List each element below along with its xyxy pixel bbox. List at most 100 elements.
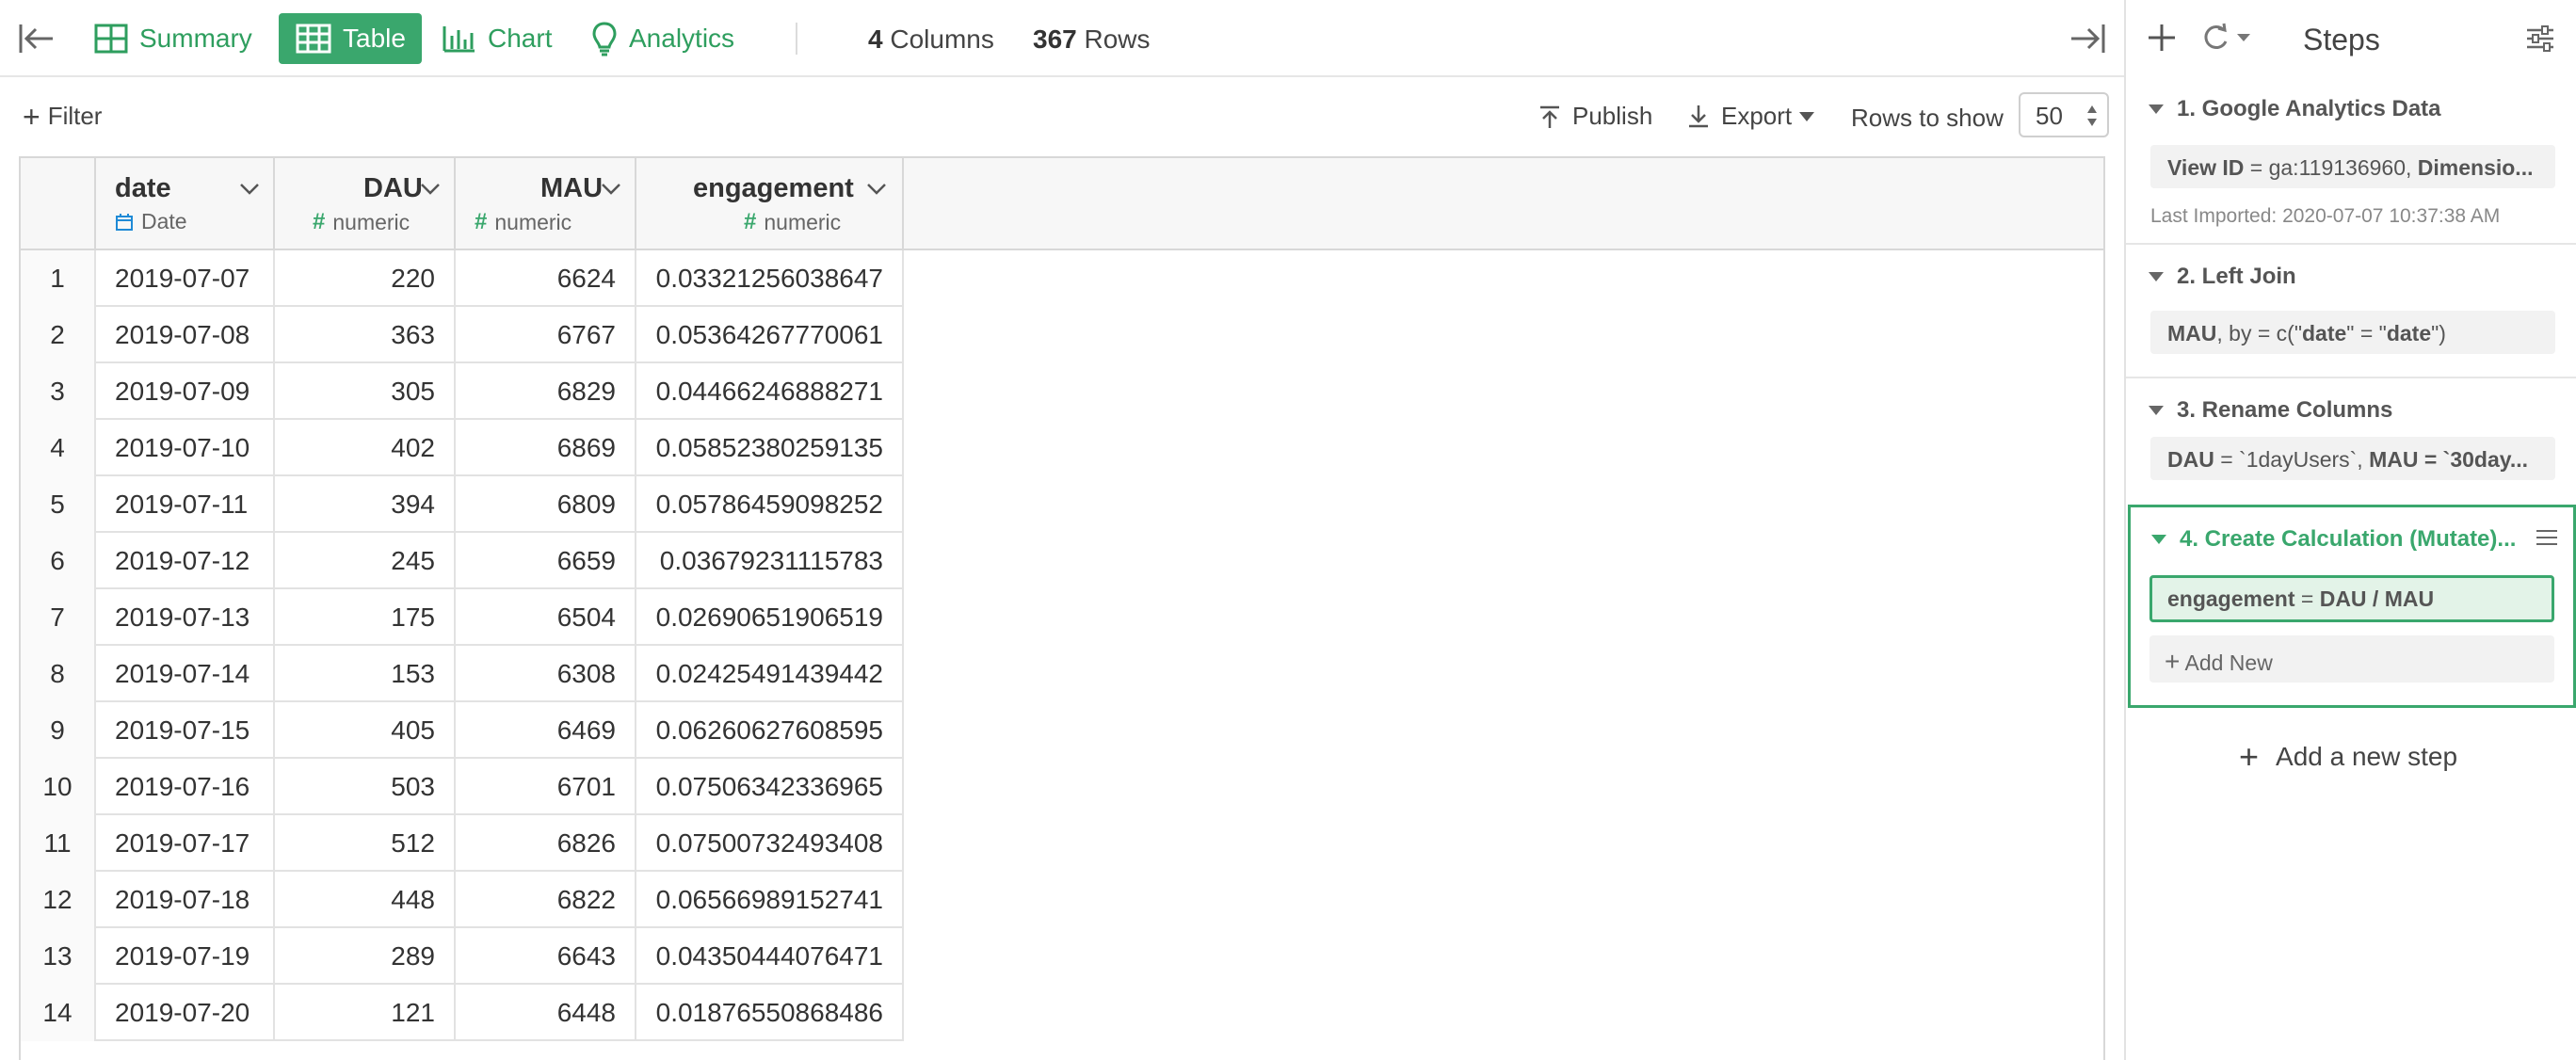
cell-engagement[interactable]: 0.05364267770061 — [636, 307, 904, 363]
collapse-left-icon[interactable] — [17, 21, 56, 56]
row-index: 4 — [21, 420, 96, 476]
cell-mau[interactable]: 6809 — [456, 476, 636, 533]
cell-mau[interactable]: 6822 — [456, 872, 636, 928]
step-1-detail-rest: Dimensio... — [2417, 155, 2534, 180]
cell-engagement[interactable]: 0.01876550868486 — [636, 985, 904, 1041]
cell-dau[interactable]: 245 — [275, 533, 456, 589]
header-dau[interactable]: DAU # numeric — [275, 158, 456, 250]
step-3-detail-op: = `1dayUsers`, — [2214, 447, 2370, 472]
step-4-active[interactable]: 4. Create Calculation (Mutate)... engage… — [2128, 505, 2576, 708]
cell-engagement[interactable]: 0.05852380259135 — [636, 420, 904, 476]
row-index: 6 — [21, 533, 96, 589]
export-button[interactable]: Export — [1687, 102, 1815, 131]
add-new-button[interactable]: + Add New — [2149, 635, 2554, 683]
step-2-title[interactable]: 2. Left Join — [2149, 264, 2296, 290]
cell-date[interactable]: 2019-07-10 — [96, 420, 275, 476]
step-2-detail[interactable]: MAU, by = c("date" = "date") — [2150, 311, 2555, 354]
cell-dau[interactable]: 305 — [275, 363, 456, 420]
publish-button[interactable]: Publish — [1538, 102, 1652, 131]
cell-dau[interactable]: 289 — [275, 928, 456, 985]
collapse-triangle-icon[interactable] — [2149, 272, 2164, 281]
cell-date[interactable]: 2019-07-13 — [96, 589, 275, 646]
cell-engagement[interactable]: 0.07500732493408 — [636, 815, 904, 872]
cell-dau[interactable]: 402 — [275, 420, 456, 476]
cell-engagement[interactable]: 0.04466246888271 — [636, 363, 904, 420]
cell-mau[interactable]: 6624 — [456, 250, 636, 307]
cell-date[interactable]: 2019-07-09 — [96, 363, 275, 420]
cell-engagement[interactable]: 0.03321256038647 — [636, 250, 904, 307]
cell-date[interactable]: 2019-07-08 — [96, 307, 275, 363]
cell-dau[interactable]: 512 — [275, 815, 456, 872]
cell-date[interactable]: 2019-07-20 — [96, 985, 275, 1041]
cell-engagement[interactable]: 0.04350444076471 — [636, 928, 904, 985]
chevron-down-icon[interactable] — [420, 183, 441, 196]
cell-date[interactable]: 2019-07-12 — [96, 533, 275, 589]
cell-dau[interactable]: 448 — [275, 872, 456, 928]
add-new-step-button[interactable]: + Add a new step — [2239, 740, 2457, 774]
cell-dau[interactable]: 405 — [275, 702, 456, 759]
cell-engagement[interactable]: 0.02690651906519 — [636, 589, 904, 646]
cell-mau[interactable]: 6869 — [456, 420, 636, 476]
sliders-icon[interactable] — [2525, 24, 2555, 53]
tab-chart[interactable]: Chart — [443, 13, 552, 64]
cell-date[interactable]: 2019-07-07 — [96, 250, 275, 307]
cell-engagement[interactable]: 0.02425491439442 — [636, 646, 904, 702]
cell-dau[interactable]: 121 — [275, 985, 456, 1041]
cell-dau[interactable]: 503 — [275, 759, 456, 815]
header-engagement[interactable]: engagement # numeric — [636, 158, 904, 250]
add-icon[interactable] — [2145, 21, 2179, 55]
cell-date[interactable]: 2019-07-15 — [96, 702, 275, 759]
step-1-detail[interactable]: View ID = ga:119136960, Dimensio... — [2150, 145, 2555, 188]
cell-date[interactable]: 2019-07-18 — [96, 872, 275, 928]
chevron-down-icon[interactable] — [866, 183, 887, 196]
cell-mau[interactable]: 6469 — [456, 702, 636, 759]
cell-engagement[interactable]: 0.07506342336965 — [636, 759, 904, 815]
cell-mau[interactable]: 6448 — [456, 985, 636, 1041]
cell-dau[interactable]: 220 — [275, 250, 456, 307]
step-3-title[interactable]: 3. Rename Columns — [2149, 397, 2392, 424]
collapse-triangle-icon[interactable] — [2149, 406, 2164, 415]
refresh-icon[interactable] — [2198, 21, 2254, 55]
cell-mau[interactable]: 6701 — [456, 759, 636, 815]
tab-table[interactable]: Table — [279, 13, 422, 64]
cell-date[interactable]: 2019-07-11 — [96, 476, 275, 533]
collapse-triangle-icon[interactable] — [2151, 535, 2166, 544]
cell-mau[interactable]: 6767 — [456, 307, 636, 363]
cell-dau[interactable]: 153 — [275, 646, 456, 702]
cell-engagement[interactable]: 0.03679231115783 — [636, 533, 904, 589]
rows-to-show-select[interactable]: 50 — [2019, 92, 2109, 137]
step-4-title[interactable]: 4. Create Calculation (Mutate)... — [2151, 526, 2516, 553]
cell-mau[interactable]: 6829 — [456, 363, 636, 420]
step-3-detail[interactable]: DAU = `1dayUsers`, MAU = `30day... — [2150, 437, 2555, 480]
step-4-detail[interactable]: engagement = DAU / MAU — [2149, 575, 2554, 622]
filter-button[interactable]: + Filter — [23, 102, 102, 132]
tab-analytics[interactable]: Analytics — [591, 13, 734, 64]
cell-engagement[interactable]: 0.06566989152741 — [636, 872, 904, 928]
header-mau[interactable]: MAU # numeric — [456, 158, 636, 250]
header-date[interactable]: date Date — [96, 158, 275, 250]
step-1-detail-key: View ID — [2167, 155, 2245, 180]
cell-date[interactable]: 2019-07-16 — [96, 759, 275, 815]
collapse-right-icon[interactable] — [2068, 21, 2107, 56]
chevron-down-icon[interactable] — [601, 183, 621, 196]
tab-summary[interactable]: Summary — [94, 13, 252, 64]
chevron-down-icon[interactable] — [239, 183, 260, 196]
cell-dau[interactable]: 394 — [275, 476, 456, 533]
step-1-title[interactable]: 1. Google Analytics Data — [2149, 96, 2441, 122]
cell-mau[interactable]: 6826 — [456, 815, 636, 872]
cell-dau[interactable]: 175 — [275, 589, 456, 646]
cell-mau[interactable]: 6659 — [456, 533, 636, 589]
hamburger-menu-icon[interactable] — [2536, 528, 2558, 547]
cell-dau[interactable]: 363 — [275, 307, 456, 363]
collapse-triangle-icon[interactable] — [2149, 104, 2164, 114]
step-4-title-text: 4. Create Calculation (Mutate)... — [2180, 526, 2517, 552]
cell-date[interactable]: 2019-07-19 — [96, 928, 275, 985]
cell-date[interactable]: 2019-07-17 — [96, 815, 275, 872]
cell-mau[interactable]: 6504 — [456, 589, 636, 646]
cell-engagement[interactable]: 0.05786459098252 — [636, 476, 904, 533]
cell-engagement[interactable]: 0.06260627608595 — [636, 702, 904, 759]
cell-mau[interactable]: 6308 — [456, 646, 636, 702]
row-index: 12 — [21, 872, 96, 928]
cell-date[interactable]: 2019-07-14 — [96, 646, 275, 702]
cell-mau[interactable]: 6643 — [456, 928, 636, 985]
